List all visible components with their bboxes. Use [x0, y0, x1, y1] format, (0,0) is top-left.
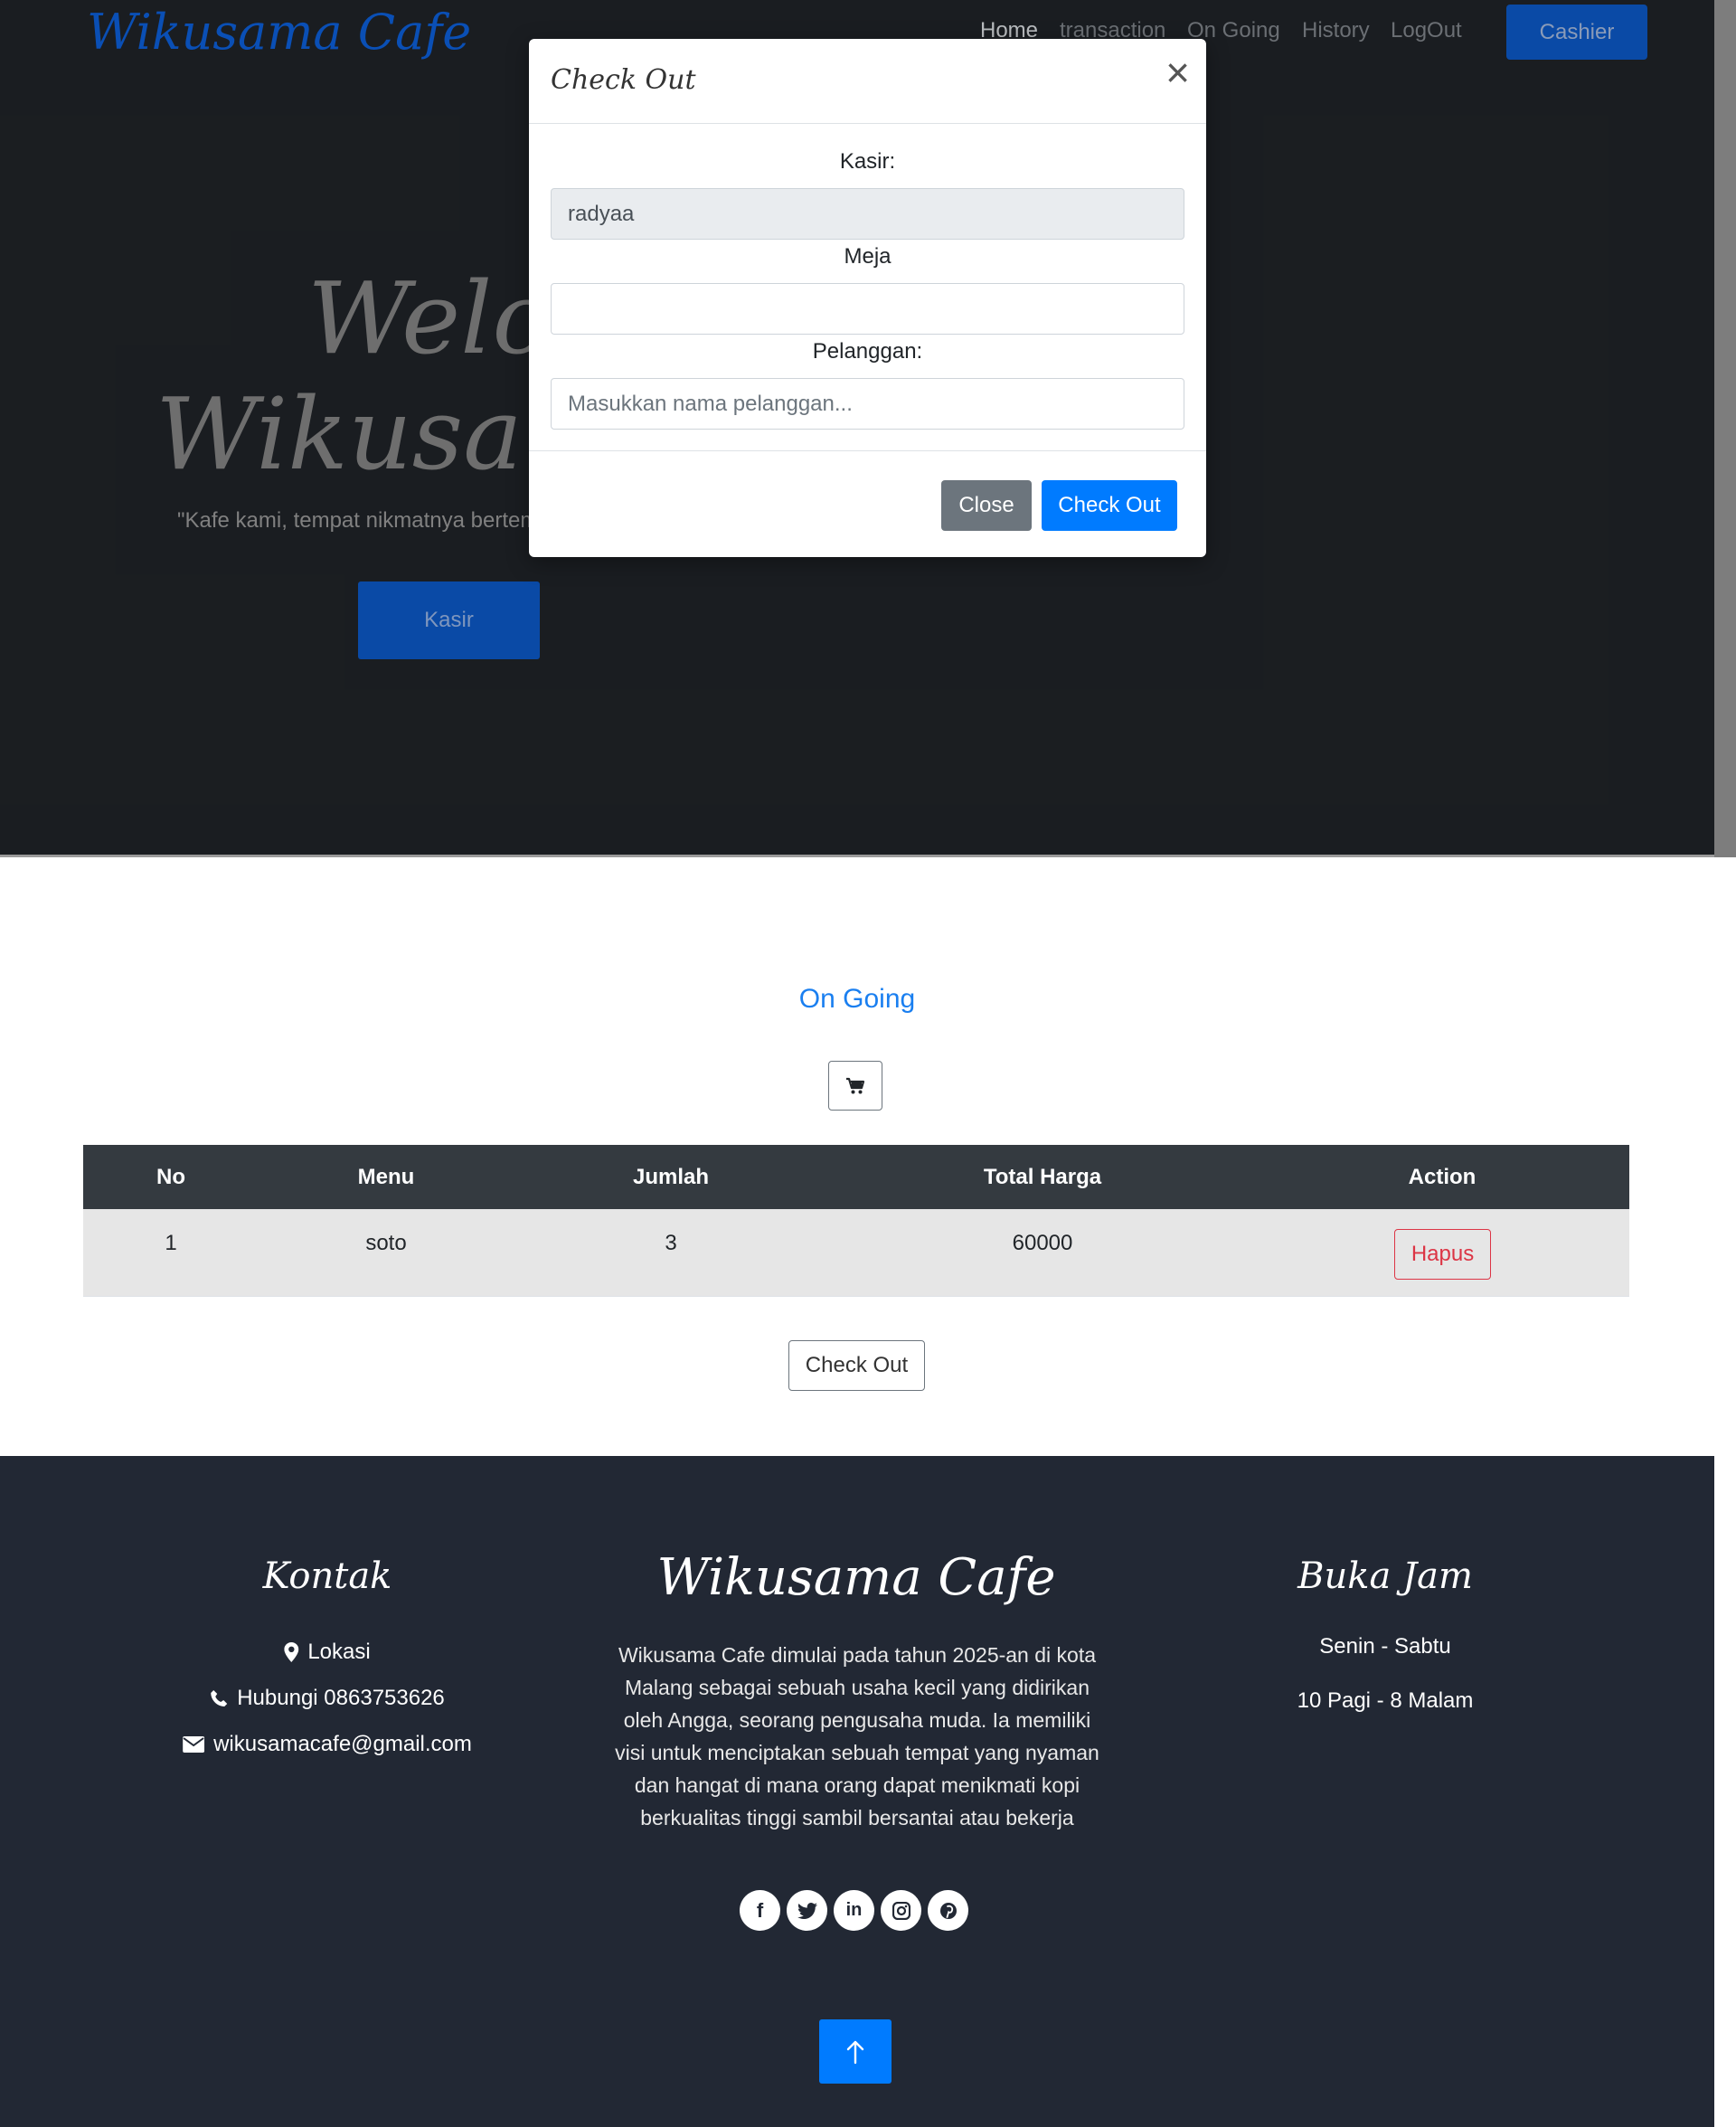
cart-icon [846, 1077, 865, 1093]
hero-divider [0, 855, 1736, 857]
kasir-field[interactable]: radyaa [551, 188, 1184, 240]
nav-history[interactable]: History [1302, 18, 1370, 43]
footer-hours: 10 Pagi - 8 Malam [1297, 1688, 1474, 1714]
phone-text: Hubungi 0863753626 [237, 1686, 445, 1710]
navbar-brand[interactable]: Wikusama Cafe [87, 4, 471, 61]
footer-brand: Wikusama Cafe [656, 1548, 1056, 1607]
checkout-button[interactable]: Check Out [788, 1340, 925, 1391]
days-text: Senin - Sabtu [1319, 1634, 1451, 1659]
col-menu: Menu [357, 1165, 415, 1189]
email-text[interactable]: wikusamacafe@gmail.com [213, 1732, 472, 1757]
cell-total-harga: 60000 [1012, 1231, 1073, 1255]
footer-kontak-title: Kontak [262, 1555, 392, 1597]
cashier-button[interactable]: Cashier [1506, 5, 1647, 60]
footer-days: Senin - Sabtu [1319, 1634, 1450, 1659]
hero-tagline: "Kafe kami, tempat nikmatnya bertemu" [177, 508, 559, 533]
footer-email[interactable]: wikusamacafe@gmail.com [183, 1732, 472, 1757]
linkedin-icon[interactable]: in [834, 1890, 874, 1931]
footer-phone: Hubungi 0863753626 [210, 1686, 445, 1711]
hapus-button[interactable]: Hapus [1394, 1229, 1491, 1280]
col-jumlah: Jumlah [632, 1165, 710, 1189]
cell-jumlah: 3 [665, 1231, 677, 1255]
meja-field[interactable] [551, 283, 1184, 335]
scrollbar[interactable] [1714, 0, 1736, 857]
kasir-label: Kasir: [839, 149, 896, 174]
modal-footer-divider [529, 450, 1206, 451]
envelope-icon [183, 1736, 205, 1753]
cart-button[interactable] [828, 1061, 882, 1111]
section-title-on-going: On Going [798, 984, 916, 1014]
nav-logout[interactable]: LogOut [1391, 18, 1462, 43]
instagram-icon[interactable] [881, 1890, 921, 1931]
kasir-button[interactable]: Kasir [358, 581, 540, 659]
footer-hours-title: Buka Jam [1297, 1555, 1473, 1597]
pinterest-icon[interactable] [928, 1890, 968, 1931]
close-icon[interactable]: × [1165, 52, 1190, 93]
meja-label: Meja [844, 244, 892, 269]
table-row: 1 soto 3 60000 Hapus [83, 1209, 1629, 1297]
lokasi-text: Lokasi [307, 1640, 371, 1664]
col-action: Action [1408, 1165, 1477, 1189]
hours-text: 10 Pagi - 8 Malam [1297, 1688, 1474, 1713]
modal-checkout-button[interactable]: Check Out [1042, 480, 1177, 531]
footer-lokasi: Lokasi [284, 1640, 371, 1665]
facebook-icon[interactable]: f [740, 1890, 780, 1931]
table-header: No Menu Jumlah Total Harga Action [83, 1145, 1629, 1209]
col-no: No [156, 1165, 185, 1189]
checkout-modal: Check Out × Kasir: radyaa Meja Pelanggan… [529, 39, 1206, 557]
phone-icon [211, 1690, 228, 1706]
pelanggan-label: Pelanggan: [812, 339, 923, 364]
modal-header: Check Out × [529, 39, 1206, 124]
col-total-harga: Total Harga [983, 1165, 1102, 1189]
twitter-icon[interactable] [787, 1890, 827, 1931]
pelanggan-field[interactable]: Masukkan nama pelanggan... [551, 378, 1184, 430]
back-to-top-button[interactable] [819, 2019, 892, 2084]
close-button[interactable]: Close [941, 480, 1032, 531]
map-marker-icon [284, 1642, 299, 1662]
modal-title: Check Out [551, 64, 696, 96]
social-links: f in [740, 1890, 968, 1931]
cell-no: 1 [165, 1231, 177, 1255]
footer-description: Wikusama Cafe dimulai pada tahun 2025-an… [615, 1643, 1099, 1829]
arrow-up-icon [846, 2040, 864, 2064]
cell-menu: soto [365, 1231, 407, 1255]
page-edge [1714, 1456, 1736, 2127]
